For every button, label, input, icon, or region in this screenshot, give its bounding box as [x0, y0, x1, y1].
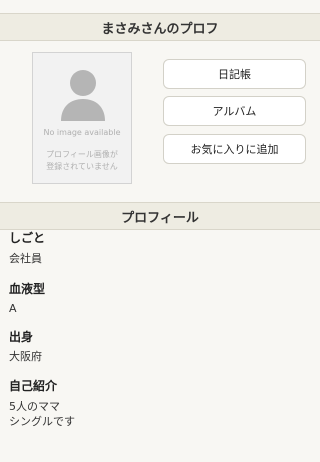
job-label: しごと [9, 231, 46, 245]
no-image-label: No image available [43, 128, 121, 137]
self-intro-line-2: シングルです [9, 415, 75, 428]
self-intro-label: 自己紹介 [9, 379, 58, 393]
no-image-note-line-1: プロフィール画像が [46, 150, 118, 159]
album-button[interactable]: アルバム [163, 96, 306, 126]
self-intro-value: 5人のママ シングルです [9, 399, 75, 429]
hometown-value-line: 大阪府 [9, 350, 42, 363]
hometown-value: 大阪府 [9, 349, 42, 364]
diary-button[interactable]: 日記帳 [163, 59, 306, 89]
self-intro-line-1: 5人のママ [9, 400, 60, 413]
blood-type-label: 血液型 [9, 282, 46, 296]
page-title: まさみさんのプロフ [0, 13, 320, 41]
blood-type-value-line: A [9, 302, 17, 315]
job-value: 会社員 [9, 251, 42, 266]
blood-type-value: A [9, 301, 17, 316]
no-image-note: プロフィール画像が 登録されていません [33, 149, 131, 173]
profile-photo-placeholder: No image available プロフィール画像が 登録されていません [32, 52, 132, 184]
no-image-note-line-2: 登録されていません [46, 162, 118, 171]
add-favorite-button[interactable]: お気に入りに追加 [163, 134, 306, 164]
person-silhouette-icon [61, 70, 105, 121]
job-value-line: 会社員 [9, 252, 42, 265]
profile-section-title: プロフィール [0, 202, 320, 230]
hometown-label: 出身 [9, 330, 34, 344]
